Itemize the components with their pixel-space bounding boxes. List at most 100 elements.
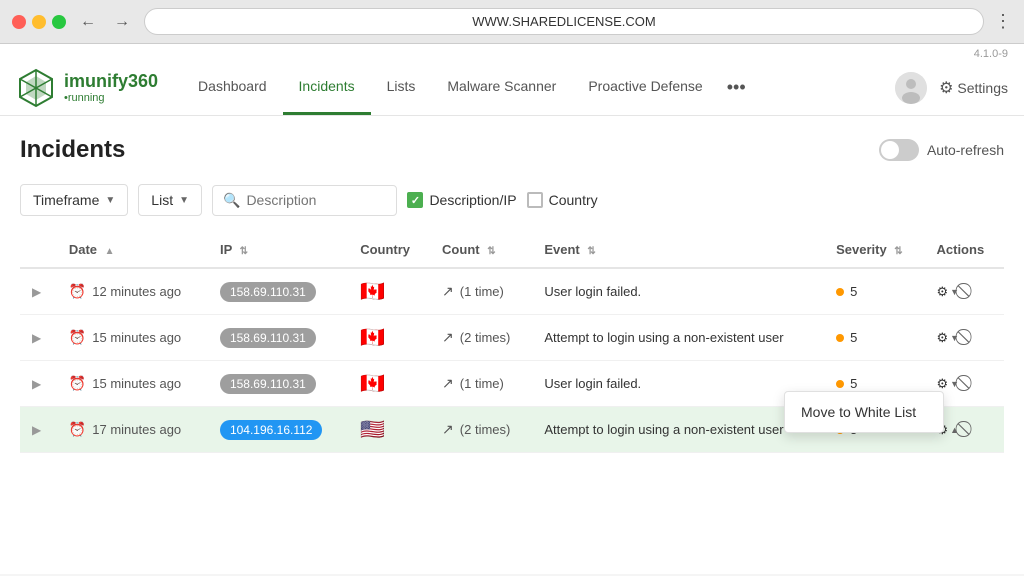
back-button[interactable]: ← xyxy=(76,11,100,33)
col-event-label: Event xyxy=(544,242,579,257)
traffic-lights xyxy=(12,15,66,29)
date-value: 15 minutes ago xyxy=(92,376,181,391)
actions-cell: ⚙ ▼ ⃠ xyxy=(925,268,1005,315)
country-flag: 🇨🇦 xyxy=(360,373,385,395)
ip-badge[interactable]: 158.69.110.31 xyxy=(220,374,316,394)
auto-refresh-toggle[interactable] xyxy=(879,139,919,161)
ip-cell: 158.69.110.31 xyxy=(208,361,348,407)
event-cell: User login failed. xyxy=(532,361,824,407)
col-date[interactable]: Date ▲ xyxy=(57,232,208,268)
page-header: Incidents Auto-refresh xyxy=(20,136,1004,164)
ip-sort-icon: ⇅ xyxy=(240,246,248,257)
expand-button[interactable]: ▶ xyxy=(32,377,41,391)
count-arrow-icon: ↗ xyxy=(442,421,454,438)
gear-action-dropdown[interactable]: ⚙ ▼ xyxy=(937,376,960,392)
user-avatar[interactable] xyxy=(895,72,927,104)
count-value: (2 times) xyxy=(460,422,511,437)
close-traffic-light[interactable] xyxy=(12,15,26,29)
country-checkbox[interactable] xyxy=(527,192,543,208)
country-cell: 🇺🇸 xyxy=(348,407,430,453)
auto-refresh-label: Auto-refresh xyxy=(927,142,1004,158)
country-flag: 🇺🇸 xyxy=(360,419,385,441)
logo-icon xyxy=(16,68,56,108)
expand-button[interactable]: ▶ xyxy=(32,423,41,437)
severity-dot xyxy=(836,380,844,388)
list-button[interactable]: List ▼ xyxy=(138,184,202,216)
col-count[interactable]: Count ⇅ xyxy=(430,232,532,268)
col-ip[interactable]: IP ⇅ xyxy=(208,232,348,268)
ip-badge[interactable]: 158.69.110.31 xyxy=(220,328,316,348)
severity-dot xyxy=(836,288,844,296)
gear-action-dropdown[interactable]: ⚙ ▼ xyxy=(937,330,960,346)
event-value: User login failed. xyxy=(544,284,641,299)
nav-item-malware-scanner[interactable]: Malware Scanner xyxy=(431,60,572,115)
country-flag: 🇨🇦 xyxy=(360,327,385,349)
forward-button[interactable]: → xyxy=(110,11,134,33)
ip-cell: 104.196.16.112 xyxy=(208,407,348,453)
severity-value: 5 xyxy=(850,330,857,345)
clock-icon: ⏰ xyxy=(69,375,86,392)
col-expand xyxy=(20,232,57,268)
col-event[interactable]: Event ⇅ xyxy=(532,232,824,268)
expand-button[interactable]: ▶ xyxy=(32,331,41,345)
date-cell: ⏰ 17 minutes ago xyxy=(57,407,208,453)
country-filter: Country xyxy=(527,192,598,208)
description-ip-label: Description/IP xyxy=(429,192,516,208)
address-bar[interactable]: WWW.SHAREDLICENSE.COM xyxy=(144,8,984,35)
filter-bar: Timeframe ▼ List ▼ 🔍 Description/IP Coun… xyxy=(20,184,1004,216)
col-country: Country xyxy=(348,232,430,268)
event-cell: Attempt to login using a non-existent us… xyxy=(532,315,824,361)
nav-more-icon[interactable]: ••• xyxy=(719,77,754,98)
ip-cell: 158.69.110.31 xyxy=(208,315,348,361)
gear-action-dropdown[interactable]: ⚙ ▼ xyxy=(937,284,960,300)
gear-action-icon: ⚙ xyxy=(937,284,949,300)
expand-button[interactable]: ▶ xyxy=(32,285,41,299)
gear-action-icon: ⚙ xyxy=(937,330,949,346)
minimize-traffic-light[interactable] xyxy=(32,15,46,29)
table-header-row: Date ▲ IP ⇅ Country Count xyxy=(20,232,1004,268)
count-value: (1 time) xyxy=(460,284,504,299)
count-value: (2 times) xyxy=(460,330,511,345)
event-value: Attempt to login using a non-existent us… xyxy=(544,422,783,437)
count-cell: ↗ (1 time) xyxy=(430,361,532,407)
gear-action-icon: ⚙ xyxy=(937,376,949,392)
page-title: Incidents xyxy=(20,136,125,164)
event-sort-icon: ⇅ xyxy=(587,246,595,257)
col-severity-label: Severity xyxy=(836,242,887,257)
ip-badge[interactable]: 104.196.16.112 xyxy=(220,420,323,440)
version-bar: 4.1.0-9 xyxy=(0,44,1024,60)
event-value: Attempt to login using a non-existent us… xyxy=(544,330,783,345)
browser-menu-icon[interactable]: ⋮ xyxy=(994,11,1012,32)
timeframe-label: Timeframe xyxy=(33,192,99,208)
severity-dot xyxy=(836,334,844,342)
nav-item-lists[interactable]: Lists xyxy=(371,60,432,115)
ip-badge[interactable]: 158.69.110.31 xyxy=(220,282,316,302)
table-row: ▶ ⏰ 12 minutes ago 158.69.110.31 🇨🇦 ↗ (1… xyxy=(20,268,1004,315)
count-arrow-icon: ↗ xyxy=(442,375,454,392)
country-cell: 🇨🇦 xyxy=(348,268,430,315)
col-actions: Actions xyxy=(925,232,1005,268)
gear-icon: ⚙ xyxy=(939,78,953,98)
expand-cell: ▶ xyxy=(20,361,57,407)
date-value: 12 minutes ago xyxy=(92,284,181,299)
severity-cell: 5 xyxy=(824,268,924,315)
settings-button[interactable]: ⚙ Settings xyxy=(939,78,1008,98)
event-value: User login failed. xyxy=(544,376,641,391)
severity-value: 5 xyxy=(850,284,857,299)
app-container: 4.1.0-9 imunify360 •running Dashboard In… xyxy=(0,44,1024,574)
gear-dropdown-arrow-icon: ▼ xyxy=(950,333,959,343)
fullscreen-traffic-light[interactable] xyxy=(52,15,66,29)
description-ip-checkbox[interactable] xyxy=(407,192,423,208)
nav-item-dashboard[interactable]: Dashboard xyxy=(182,60,283,115)
auto-refresh-control: Auto-refresh xyxy=(879,139,1004,161)
clock-icon: ⏰ xyxy=(69,421,86,438)
nav-item-incidents[interactable]: Incidents xyxy=(283,60,371,115)
nav-item-proactive-defense[interactable]: Proactive Defense xyxy=(572,60,718,115)
move-to-whitelist-item[interactable]: Move to White List xyxy=(785,392,943,432)
date-cell: ⏰ 15 minutes ago xyxy=(57,315,208,361)
col-severity[interactable]: Severity ⇅ xyxy=(824,232,924,268)
col-country-label: Country xyxy=(360,242,410,257)
timeframe-button[interactable]: Timeframe ▼ xyxy=(20,184,128,216)
search-input[interactable] xyxy=(246,192,386,208)
nav-right: ⚙ Settings xyxy=(895,72,1008,104)
